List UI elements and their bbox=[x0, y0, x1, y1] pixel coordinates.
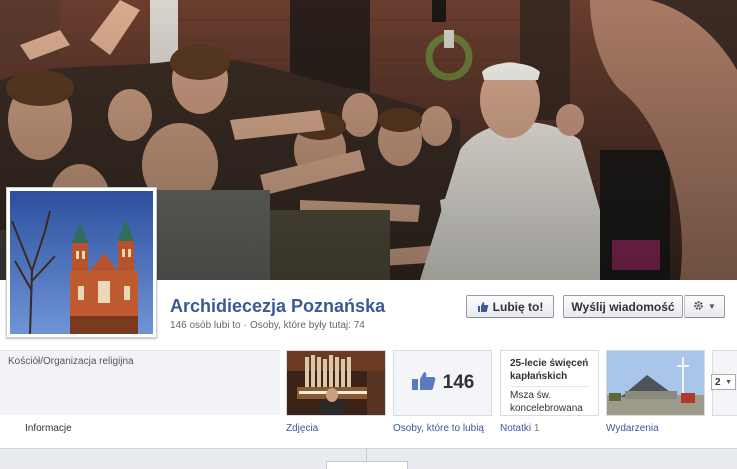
like-button-label: Lubię to! bbox=[492, 299, 544, 314]
chevron-down-icon: ▼ bbox=[725, 378, 732, 386]
stats-separator: · bbox=[243, 320, 247, 331]
tab-notes[interactable]: Notatki 1 bbox=[500, 423, 539, 434]
thumbs-up-icon bbox=[411, 371, 437, 396]
tab-events[interactable]: Wydarzenia bbox=[606, 423, 659, 434]
more-tabs-value: 2 bbox=[715, 376, 721, 388]
profile-picture[interactable] bbox=[6, 187, 157, 338]
likes-count: 146 bbox=[442, 372, 475, 393]
photos-tile[interactable] bbox=[286, 350, 386, 416]
likes-count-text[interactable]: 146 osób lubi to bbox=[170, 320, 241, 331]
tab-notes-label: Notatki bbox=[500, 423, 532, 434]
page-title[interactable]: Archidiecezja Poznańska bbox=[170, 296, 385, 317]
visited-count-text[interactable]: Osoby, które były tutaj: 74 bbox=[250, 320, 365, 331]
note-title: 25-lecie święceń kapłańskich bbox=[510, 358, 589, 382]
like-button[interactable]: Lubię to! bbox=[466, 295, 554, 318]
page-stats: 146 osób lubi to · Osoby, które były tutaj… bbox=[170, 320, 365, 331]
organ-photo-image bbox=[287, 351, 385, 415]
thumbs-up-icon bbox=[477, 301, 489, 313]
settings-menu-button[interactable]: ▼ bbox=[684, 295, 725, 318]
tab-notes-count: 1 bbox=[533, 423, 540, 434]
note-excerpt: Msza św. koncelebrowana po bbox=[510, 386, 589, 415]
page-category: Kościół/Organizacja religijna bbox=[8, 356, 134, 367]
chevron-down-icon: ▼ bbox=[708, 302, 716, 311]
tab-likes[interactable]: Osoby, które to lubią bbox=[393, 423, 484, 434]
tab-photos[interactable]: Zdjęcia bbox=[286, 423, 318, 434]
send-message-label: Wyślij wiadomość bbox=[571, 299, 675, 314]
gear-icon bbox=[693, 300, 704, 314]
tab-info[interactable]: Informacje bbox=[25, 423, 72, 434]
timeline-divider bbox=[366, 448, 367, 461]
timeline-tab[interactable] bbox=[326, 461, 408, 469]
church-photo-image bbox=[607, 351, 704, 415]
cathedral-image bbox=[10, 191, 153, 334]
events-tile[interactable] bbox=[606, 350, 705, 416]
more-tabs-dropdown[interactable]: 2 ▼ bbox=[711, 374, 736, 390]
send-message-button[interactable]: Wyślij wiadomość bbox=[563, 295, 683, 318]
notes-tile[interactable]: 25-lecie święceń kapłańskich Msza św. ko… bbox=[500, 350, 599, 416]
likes-tile[interactable]: 146 bbox=[393, 350, 492, 416]
